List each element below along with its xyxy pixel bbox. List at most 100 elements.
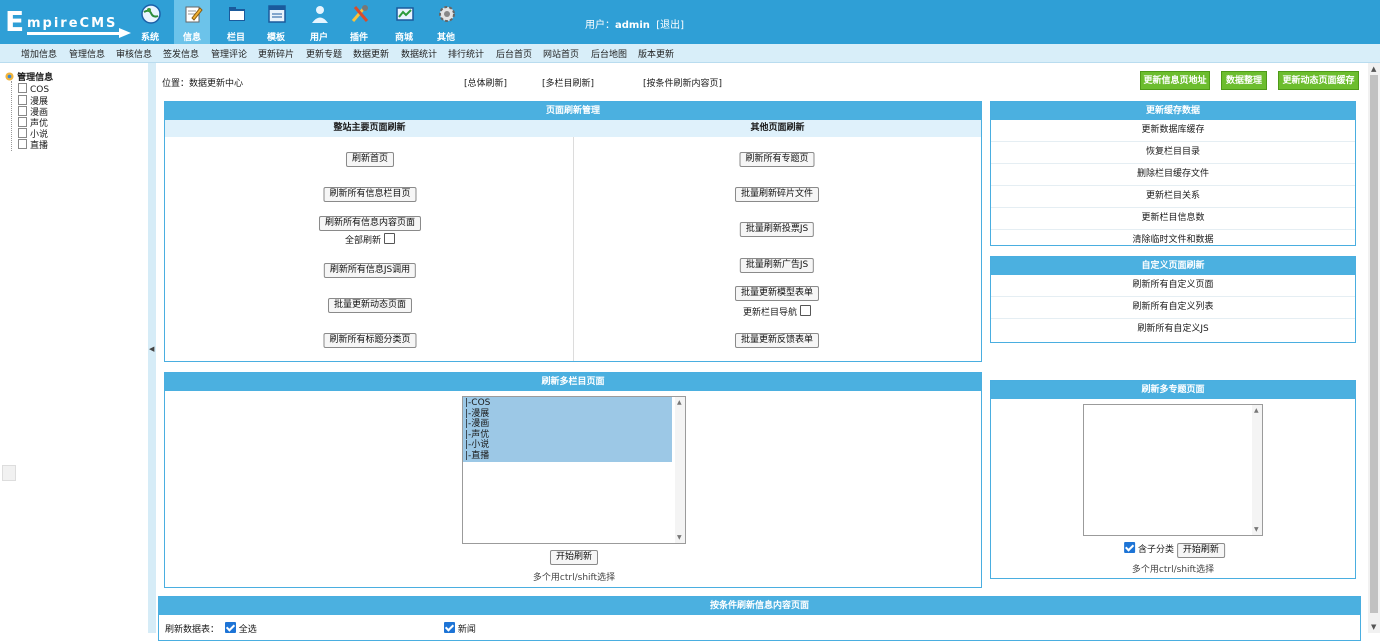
custom-page-panel: 自定义页面刷新 刷新所有自定义页面 刷新所有自定义列表 刷新所有自定义JS	[990, 256, 1356, 343]
full-refresh-checkbox[interactable]	[384, 233, 396, 244]
scroll-up-icon[interactable]: ▲	[1254, 407, 1259, 414]
update-class-count-link[interactable]: 更新栏目信息数	[991, 208, 1355, 230]
scroll-up-icon[interactable]: ▲	[677, 399, 682, 406]
nav-template[interactable]: 模板	[258, 0, 294, 44]
full-refresh-label: 全部刷新	[344, 236, 382, 246]
refresh-custom-lists-link[interactable]: 刷新所有自定义列表	[991, 297, 1355, 319]
update-db-cache-link[interactable]: 更新数据库缓存	[991, 120, 1355, 142]
scroll-down-icon[interactable]: ▼	[677, 534, 682, 541]
data-tidy-button[interactable]: 数据整理	[1221, 71, 1267, 90]
clear-temp-link[interactable]: 清除临时文件和数据	[991, 230, 1355, 251]
class-option[interactable]: |-声优	[463, 430, 672, 441]
multi-class-start-button[interactable]: 开始刷新	[549, 550, 599, 565]
include-subclass-checkbox[interactable]	[1124, 542, 1136, 553]
nav-info[interactable]: 信息	[174, 0, 210, 44]
table-option-news: 新闻	[441, 622, 476, 635]
submenu-item[interactable]: 管理评论	[211, 47, 247, 60]
full-refresh-option: 全部刷新	[344, 233, 396, 246]
class-option[interactable]: |-小说	[463, 440, 672, 451]
nav-other[interactable]: 其他	[428, 0, 464, 44]
update-model-forms-button[interactable]: 批量更新模型表单	[734, 286, 820, 301]
nav-label: 插件	[349, 33, 368, 43]
news-checkbox[interactable]	[444, 622, 455, 633]
refresh-title-class-button[interactable]: 刷新所有标题分类页	[323, 333, 417, 348]
nav-label: 商城	[394, 33, 413, 43]
submenu-item[interactable]: 数据统计	[401, 47, 437, 60]
submenu-item[interactable]: 排行统计	[448, 47, 484, 60]
class-select-list[interactable]: |-COS |-漫展 |-漫画 |-声优 |-小说 |-直播 ▲ ▼	[462, 396, 686, 544]
refresh-home-button[interactable]: 刷新首页	[345, 152, 395, 167]
restore-class-dir-link[interactable]: 恢复栏目目录	[991, 142, 1355, 164]
nav-label: 信息	[182, 33, 201, 43]
submenu-item[interactable]: 数据更新	[353, 47, 389, 60]
update-info-url-button[interactable]: 更新信息页地址	[1140, 71, 1210, 90]
list-scrollbar[interactable]: ▲ ▼	[675, 397, 685, 543]
class-option[interactable]: |-直播	[463, 451, 672, 462]
submenu-item[interactable]: 更新专题	[306, 47, 342, 60]
nav-system[interactable]: 系统	[132, 0, 168, 44]
sub-menu: 增加信息 管理信息 审核信息 签发信息 管理评论 更新碎片 更新专题 数据更新 …	[0, 44, 1380, 63]
tools-icon	[351, 5, 369, 22]
topic-select-list[interactable]: ▲ ▼	[1083, 404, 1263, 536]
nav-shop[interactable]: 商城	[386, 0, 422, 44]
scroll-up-icon[interactable]: ▲	[1371, 65, 1376, 73]
nav-update-checkbox[interactable]	[800, 305, 812, 316]
submenu-item[interactable]: 签发信息	[163, 47, 199, 60]
top-bar: EmpireCMS 系统 信息 栏目 模板 用户 插件 商城 其他 用户：adm…	[0, 0, 1380, 44]
nav-label: 模板	[266, 33, 285, 43]
page-scrollbar[interactable]: ▲ ▼	[1368, 63, 1380, 633]
refresh-vote-js-button[interactable]: 批量刷新投票JS	[739, 222, 815, 237]
multi-class-refresh-link[interactable]: [多栏目刷新]	[542, 76, 594, 89]
edit-icon	[185, 6, 203, 23]
nav-plugin[interactable]: 插件	[341, 0, 377, 44]
location-path[interactable]: 数据更新中心	[189, 79, 243, 89]
submenu-item[interactable]: 审核信息	[116, 47, 152, 60]
empirecms-logo[interactable]: EmpireCMS	[5, 6, 131, 38]
nav-label: 其他	[436, 33, 455, 43]
update-dynamic-cache-button[interactable]: 更新动态页面缓存	[1278, 71, 1359, 90]
refresh-custom-pages-link[interactable]: 刷新所有自定义页面	[991, 275, 1355, 297]
multi-topic-start-button[interactable]: 开始刷新	[1176, 543, 1225, 558]
submenu-item[interactable]: 后台地图	[591, 47, 627, 60]
refresh-content-pages-button[interactable]: 刷新所有信息内容页面	[318, 216, 422, 231]
nav-category[interactable]: 栏目	[218, 0, 254, 44]
delete-class-cache-link[interactable]: 删除栏目缓存文件	[991, 164, 1355, 186]
submenu-item[interactable]: 更新碎片	[258, 47, 294, 60]
submenu-item[interactable]: 管理信息	[69, 47, 105, 60]
user-name: admin	[615, 20, 650, 31]
class-option[interactable]: |-COS	[463, 398, 672, 409]
scroll-down-icon[interactable]: ▼	[1254, 526, 1259, 533]
select-all-checkbox[interactable]	[224, 622, 236, 633]
refresh-js-button[interactable]: 刷新所有信息JS调用	[323, 263, 417, 278]
panel-title: 刷新多栏目页面	[165, 373, 981, 391]
submenu-item[interactable]: 增加信息	[21, 47, 57, 60]
collapse-left-icon[interactable]: ◀	[149, 345, 154, 353]
refresh-ad-js-button[interactable]: 批量刷新广告JS	[739, 258, 815, 273]
update-feedback-forms-button[interactable]: 批量更新反馈表单	[734, 333, 820, 348]
template-icon	[268, 5, 286, 23]
scroll-down-icon[interactable]: ▼	[1371, 623, 1376, 631]
nav-user[interactable]: 用户	[301, 0, 337, 44]
scroll-thumb[interactable]	[1370, 75, 1378, 613]
shop-icon	[396, 7, 414, 21]
refresh-class-pages-button[interactable]: 刷新所有信息栏目页	[323, 187, 417, 202]
tree-root[interactable]: 管理信息	[5, 70, 53, 83]
update-class-relation-link[interactable]: 更新栏目关系	[991, 186, 1355, 208]
refresh-custom-js-link[interactable]: 刷新所有自定义JS	[991, 319, 1355, 340]
refresh-snippets-button[interactable]: 批量刷新碎片文件	[734, 187, 820, 202]
logout-link[interactable]: [退出]	[656, 20, 684, 31]
frame-divider[interactable]: ◀	[148, 63, 156, 633]
class-option[interactable]: |-漫画	[463, 419, 672, 430]
collapse-widget[interactable]	[2, 465, 16, 481]
total-refresh-link[interactable]: [总体刷新]	[464, 76, 507, 89]
refresh-topic-pages-button[interactable]: 刷新所有专题页	[739, 152, 815, 167]
class-option[interactable]: |-漫展	[463, 409, 672, 420]
tree-item[interactable]: 直播	[18, 138, 48, 151]
condition-refresh-link[interactable]: [按条件刷新内容页]	[643, 76, 722, 89]
submenu-item[interactable]: 网站首页	[543, 47, 579, 60]
submenu-item[interactable]: 后台首页	[496, 47, 532, 60]
list-scrollbar[interactable]: ▲ ▼	[1252, 405, 1262, 535]
page-icon	[18, 139, 27, 149]
submenu-item[interactable]: 版本更新	[638, 47, 674, 60]
update-dynamic-pages-button[interactable]: 批量更新动态页面	[327, 298, 413, 313]
